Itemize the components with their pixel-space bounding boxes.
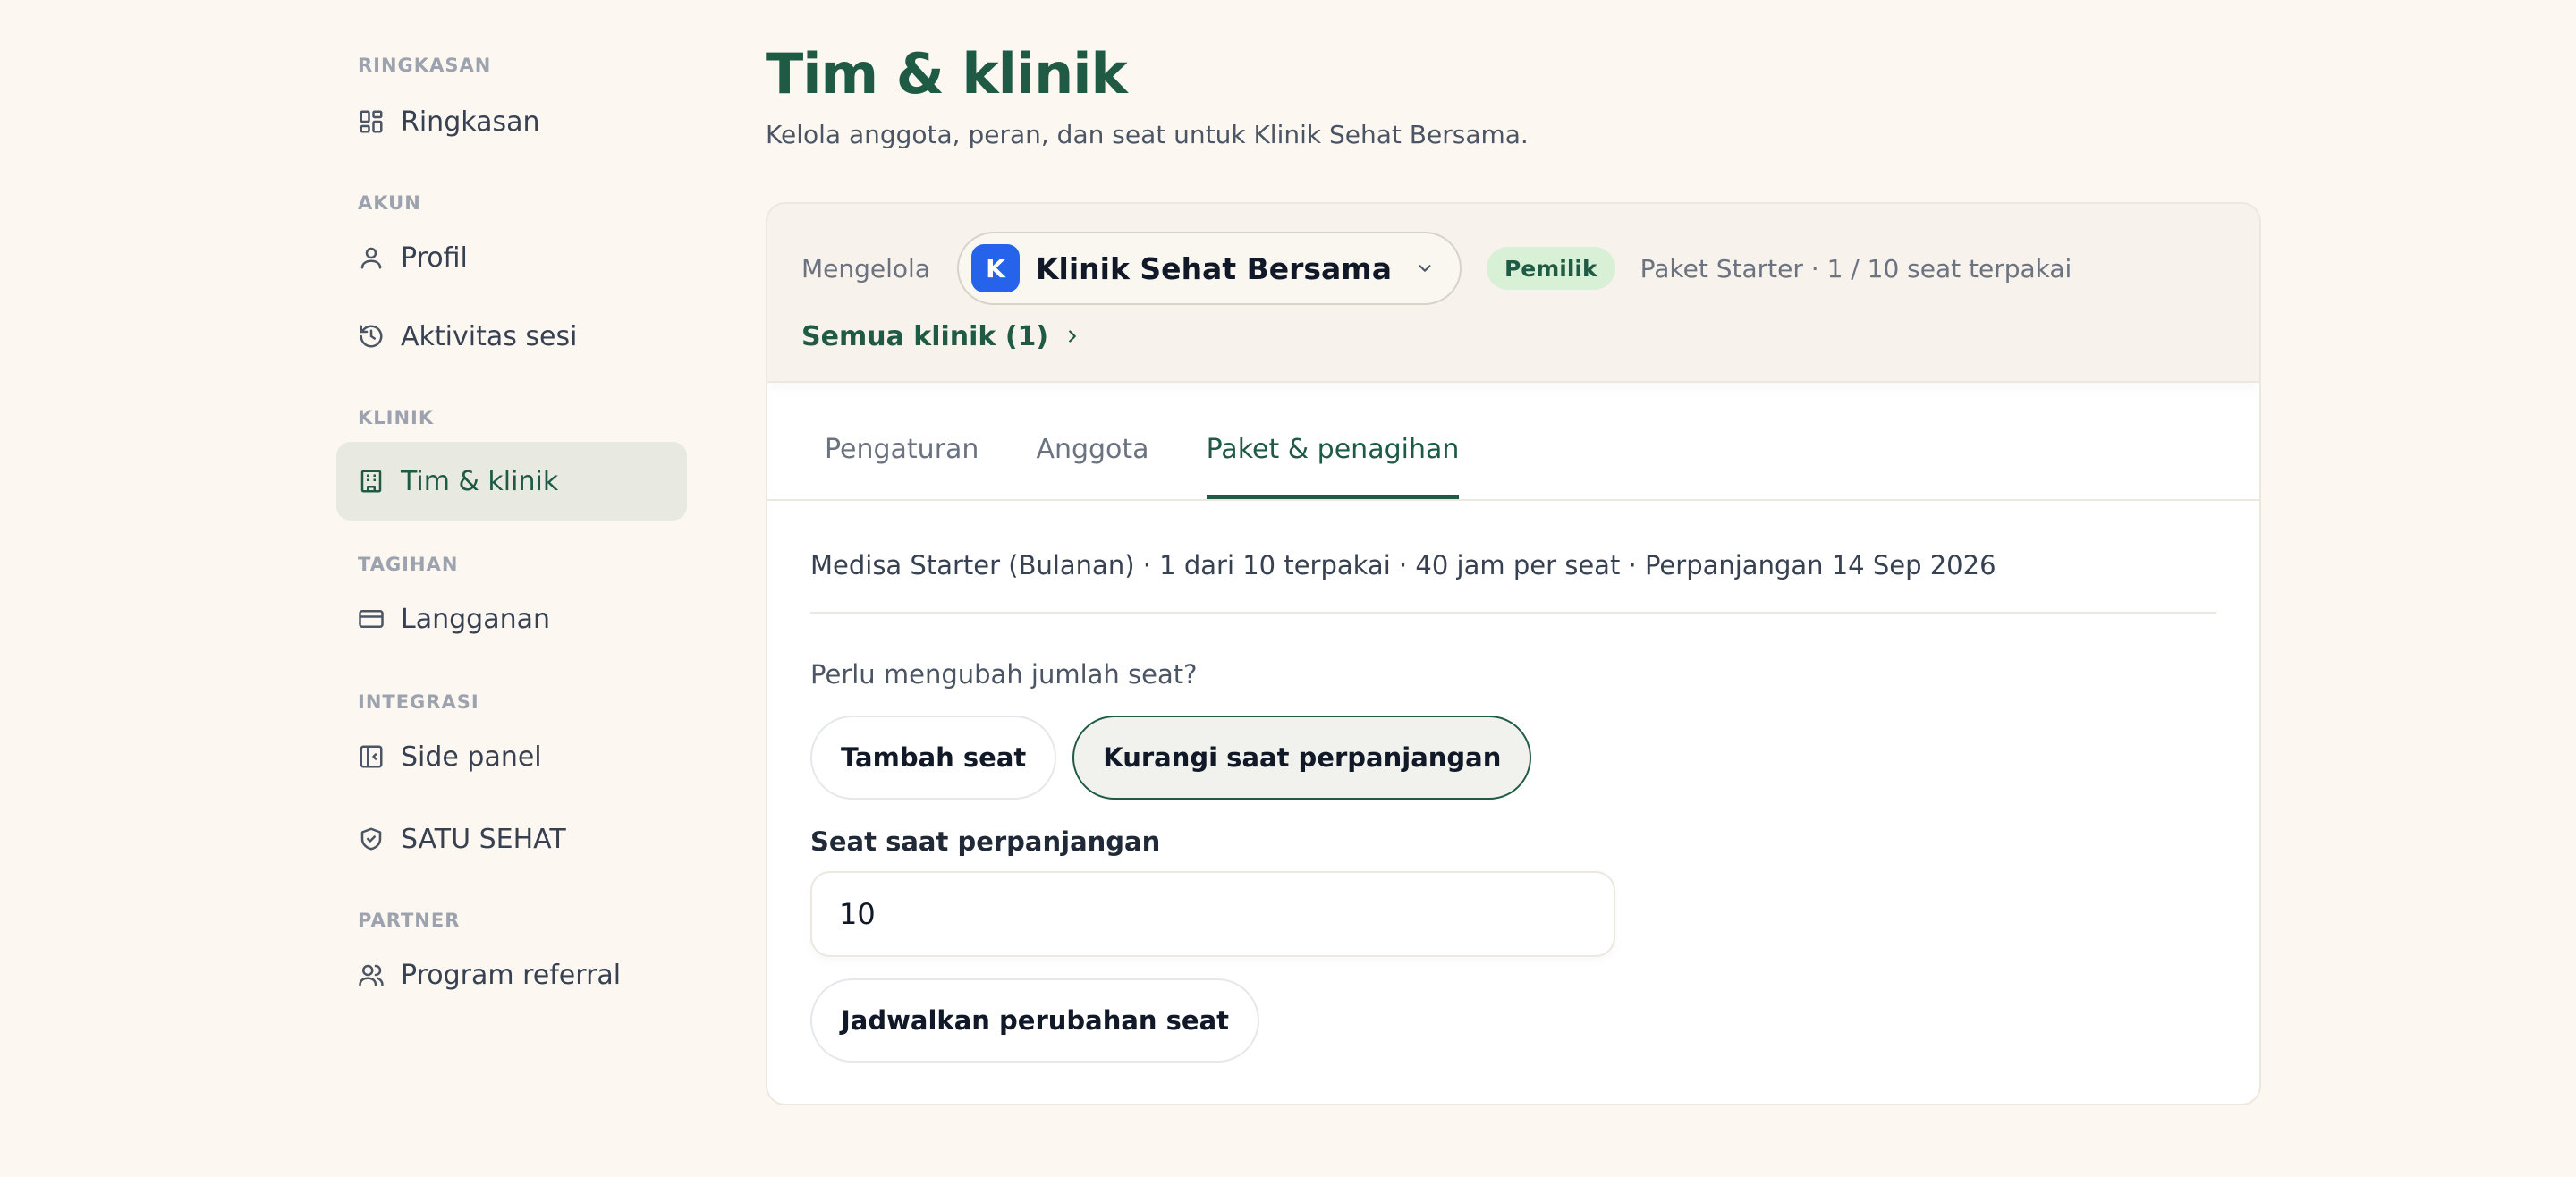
sidebar-item-aktivitas-sesi[interactable]: Aktivitas sesi [336, 297, 687, 376]
app-root: RINGKASAN Ringkasan AKUN Profil Aktivita… [0, 0, 2576, 1177]
section-label-partner: PARTNER [358, 910, 461, 931]
chevron-right-icon [1069, 330, 1076, 343]
section-label-integrasi: INTEGRASI [358, 691, 479, 713]
building-icon [360, 470, 382, 493]
seat-renewal-label: Seat saat perpanjangan [810, 826, 1161, 857]
section-label-tagihan: TAGIHAN [358, 554, 459, 575]
team-clinic-card: Mengelola K Klinik Sehat Bersama Pemilik… [766, 202, 2261, 1105]
seat-action-buttons: Tambah seat Kurangi saat perpanjangan [810, 716, 2216, 800]
sidebar-item-profil[interactable]: Profil [336, 218, 687, 297]
manage-label: Mengelola [801, 253, 930, 284]
sidebar-item-label: Tim & klinik [401, 465, 559, 497]
tab-pengaturan[interactable]: Pengaturan [825, 422, 979, 499]
clinic-selector[interactable]: K Klinik Sehat Bersama [956, 232, 1462, 305]
chevron-down-icon [1419, 265, 1431, 272]
dashboard-icon [360, 110, 383, 133]
section-label-ringkasan: RINGKASAN [358, 55, 492, 76]
reduce-on-renewal-button[interactable]: Kurangi saat perpanjangan [1072, 716, 1532, 800]
main-content: Tim & klinik Kelola anggota, peran, dan … [766, 36, 2261, 1105]
sidebar-item-label: Profil [401, 241, 468, 274]
clinic-avatar: K [970, 244, 1020, 292]
sidebar-item-label: Langganan [401, 603, 550, 635]
credit-card-icon [359, 610, 384, 628]
tab-anggota[interactable]: Anggota [1036, 422, 1148, 499]
sidebar-item-satu-sehat[interactable]: SATU SEHAT [336, 800, 687, 878]
seat-change-question: Perlu mengubah jumlah seat? [810, 659, 1198, 690]
billing-content: Medisa Starter (Bulanan) · 1 dari 10 ter… [767, 501, 2259, 1104]
section-label-akun: AKUN [358, 192, 421, 214]
tab-bar: Pengaturan Anggota Paket & penagihan [767, 383, 2259, 501]
sidebar-item-label: Side panel [401, 741, 542, 773]
schedule-seat-change-button[interactable]: Jadwalkan perubahan seat [810, 978, 1260, 1063]
plan-usage-text: Paket Starter · 1 / 10 seat terpakai [1640, 253, 2072, 284]
seat-renewal-input[interactable] [810, 871, 1615, 957]
clinic-name: Klinik Sehat Bersama [1035, 250, 1392, 286]
sidebar-item-program-referral[interactable]: Program referral [336, 936, 687, 1014]
sidebar-item-ringkasan[interactable]: Ringkasan [336, 82, 687, 161]
section-label-klinik: KLINIK [358, 407, 435, 428]
users-icon [359, 964, 384, 986]
divider [810, 612, 2216, 614]
sidebar-item-label: Program referral [401, 959, 622, 991]
tab-paket-penagihan[interactable]: Paket & penagihan [1206, 422, 1460, 499]
add-seat-button[interactable]: Tambah seat [810, 716, 1057, 800]
sidebar-item-label: Ringkasan [401, 106, 540, 138]
all-clinics-link[interactable]: Semua klinik (1) [801, 317, 2225, 356]
shield-check-icon [360, 827, 382, 851]
sidebar-item-label: Aktivitas sesi [401, 320, 578, 352]
user-icon [360, 247, 382, 269]
sidebar-item-langganan[interactable]: Langganan [336, 580, 687, 658]
role-badge: Pemilik [1486, 247, 1615, 290]
history-icon [360, 325, 383, 348]
page-title: Tim & klinik [766, 41, 1128, 106]
page-subtitle: Kelola anggota, peran, dan seat untuk Kl… [766, 120, 1529, 149]
sidebar: RINGKASAN Ringkasan AKUN Profil Aktivita… [336, 54, 687, 1014]
plan-summary: Medisa Starter (Bulanan) · 1 dari 10 ter… [810, 550, 1996, 580]
sidebar-item-side-panel[interactable]: Side panel [336, 717, 687, 796]
all-clinics-label: Semua klinik (1) [801, 320, 1049, 352]
sidebar-item-tim-klinik[interactable]: Tim & klinik [336, 442, 687, 521]
sidebar-item-label: SATU SEHAT [401, 823, 566, 855]
manage-row: Mengelola K Klinik Sehat Bersama Pemilik… [801, 231, 2225, 306]
panel-icon [360, 745, 383, 768]
manage-clinic-panel: Mengelola K Klinik Sehat Bersama Pemilik… [767, 204, 2259, 383]
